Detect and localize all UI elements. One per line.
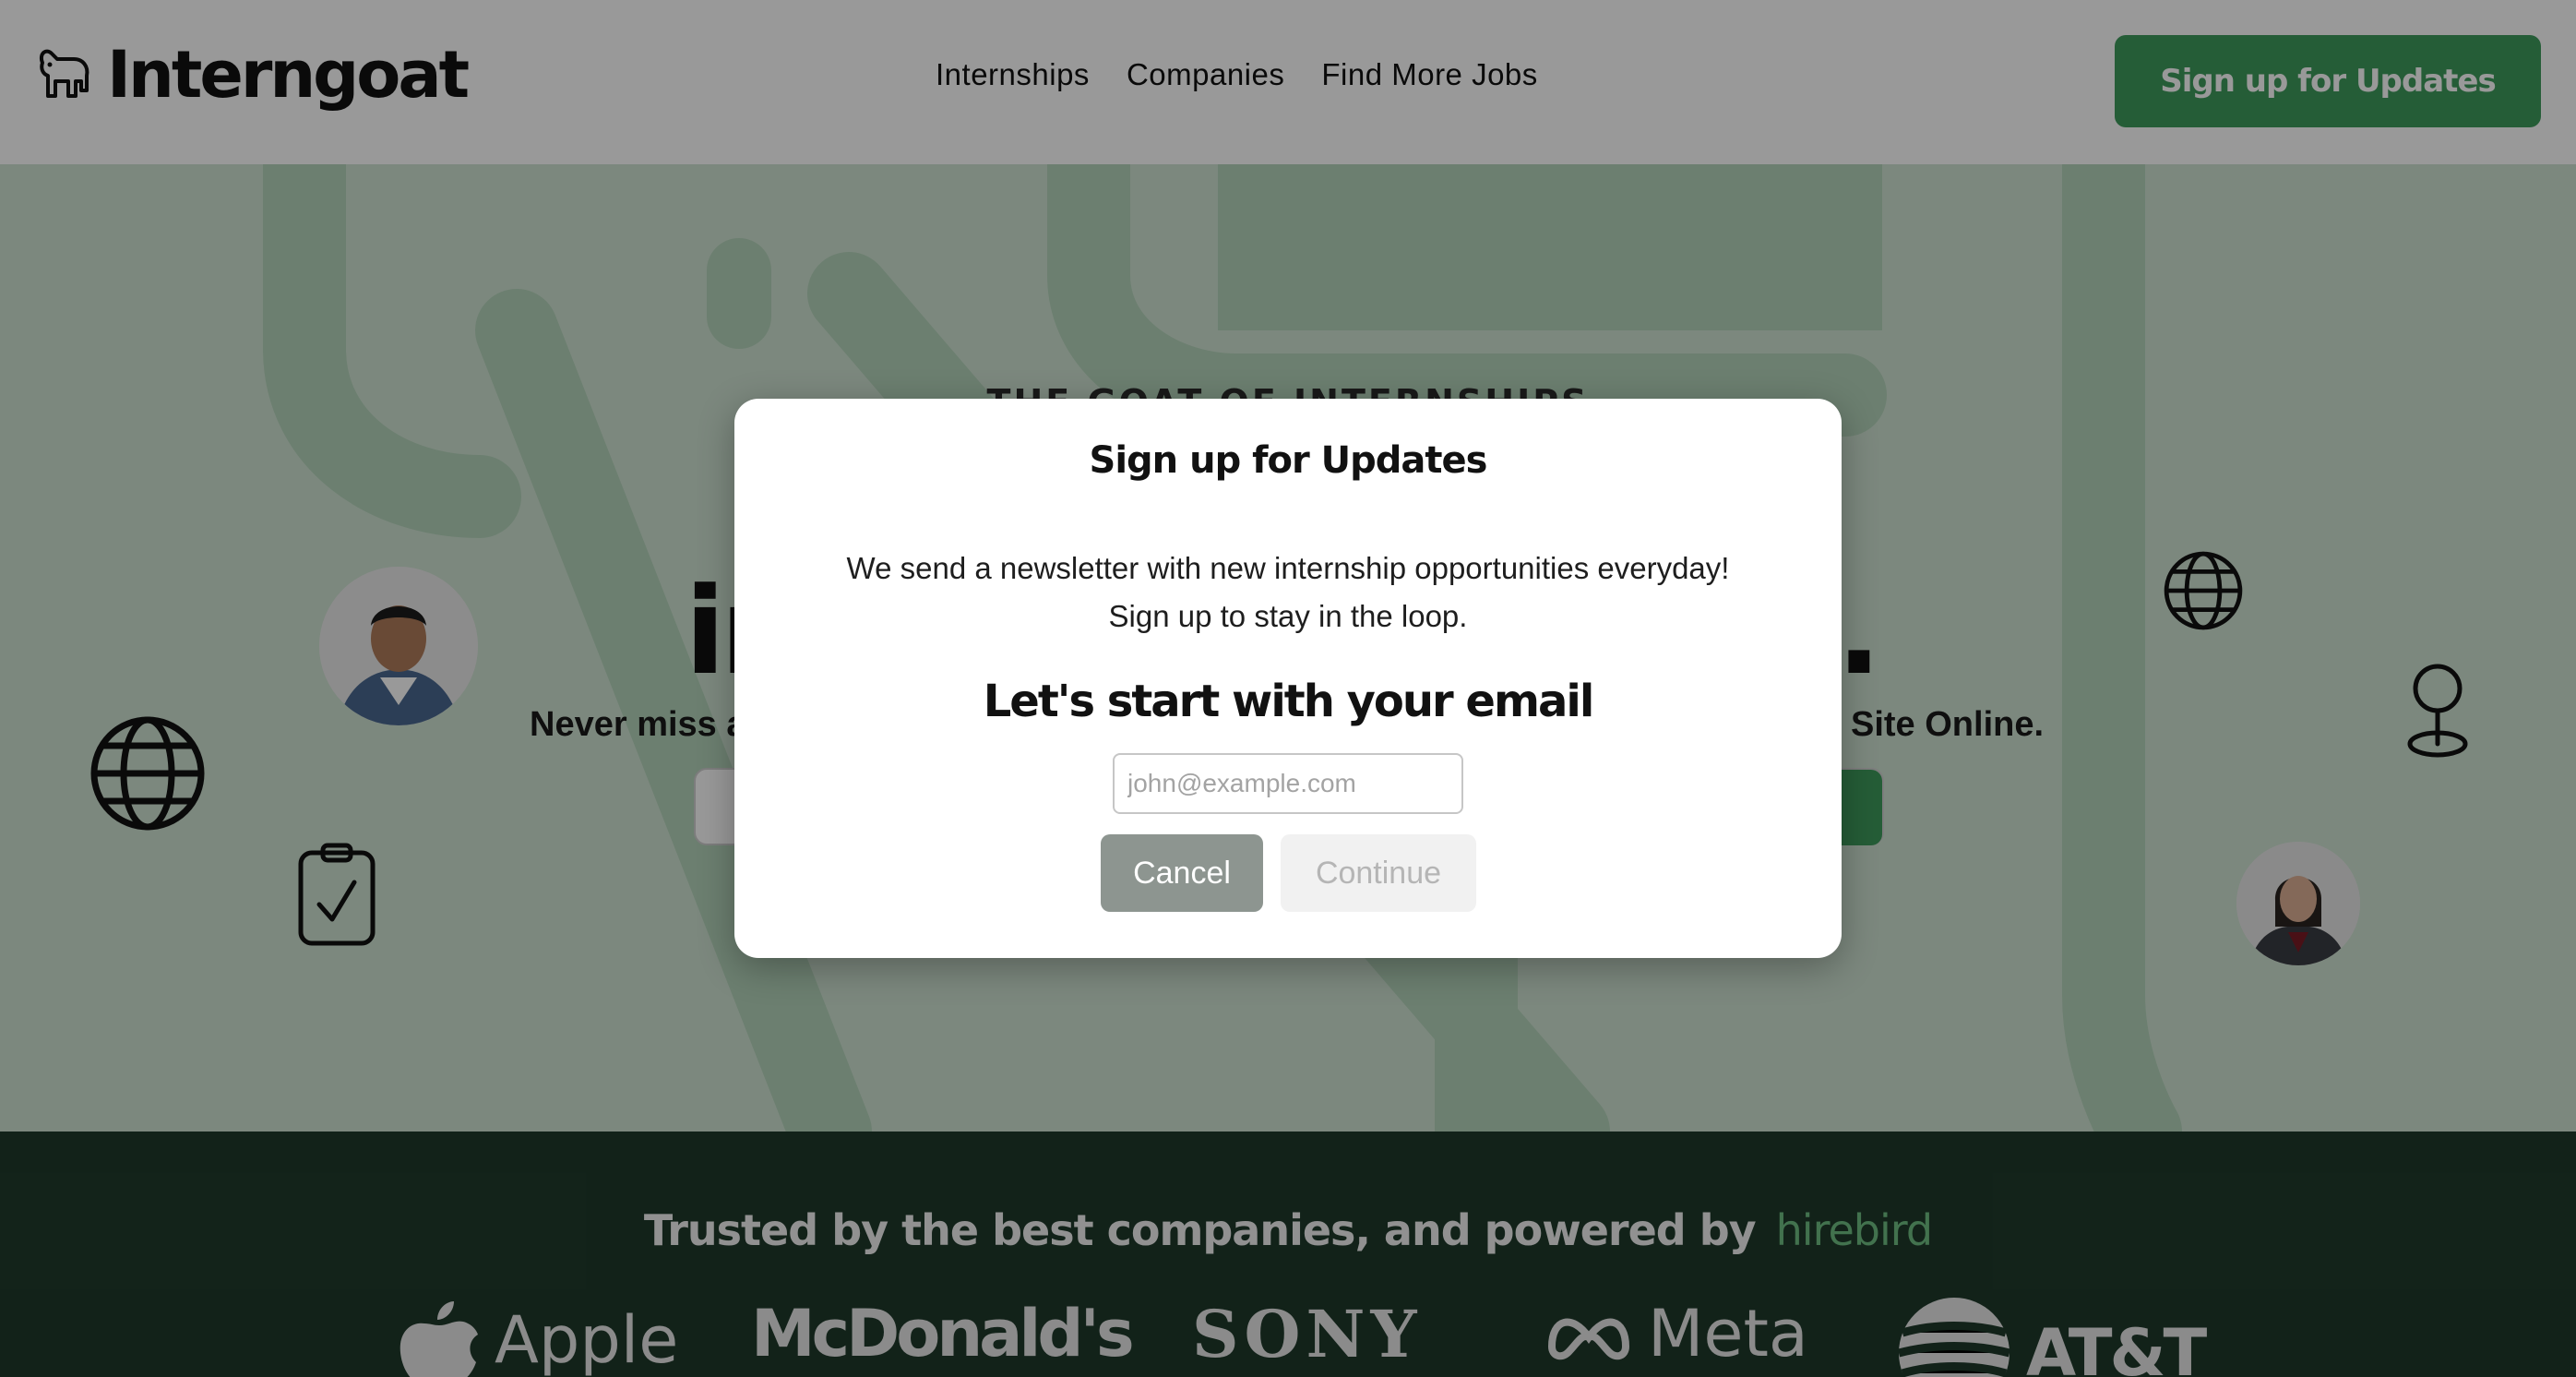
modal-description: We send a newsletter with new internship… xyxy=(734,545,1842,641)
modal-email-heading: Let's start with your email xyxy=(983,676,1595,727)
signup-modal: Sign up for Updates We send a newsletter… xyxy=(734,399,1842,958)
email-field[interactable] xyxy=(1113,753,1463,814)
continue-button[interactable]: Continue xyxy=(1281,834,1476,912)
modal-description-line1: We send a newsletter with new internship… xyxy=(846,551,1730,585)
modal-title: Sign up for Updates xyxy=(1089,439,1488,482)
cancel-button[interactable]: Cancel xyxy=(1101,834,1263,912)
modal-description-line2: Sign up to stay in the loop. xyxy=(1108,599,1468,633)
